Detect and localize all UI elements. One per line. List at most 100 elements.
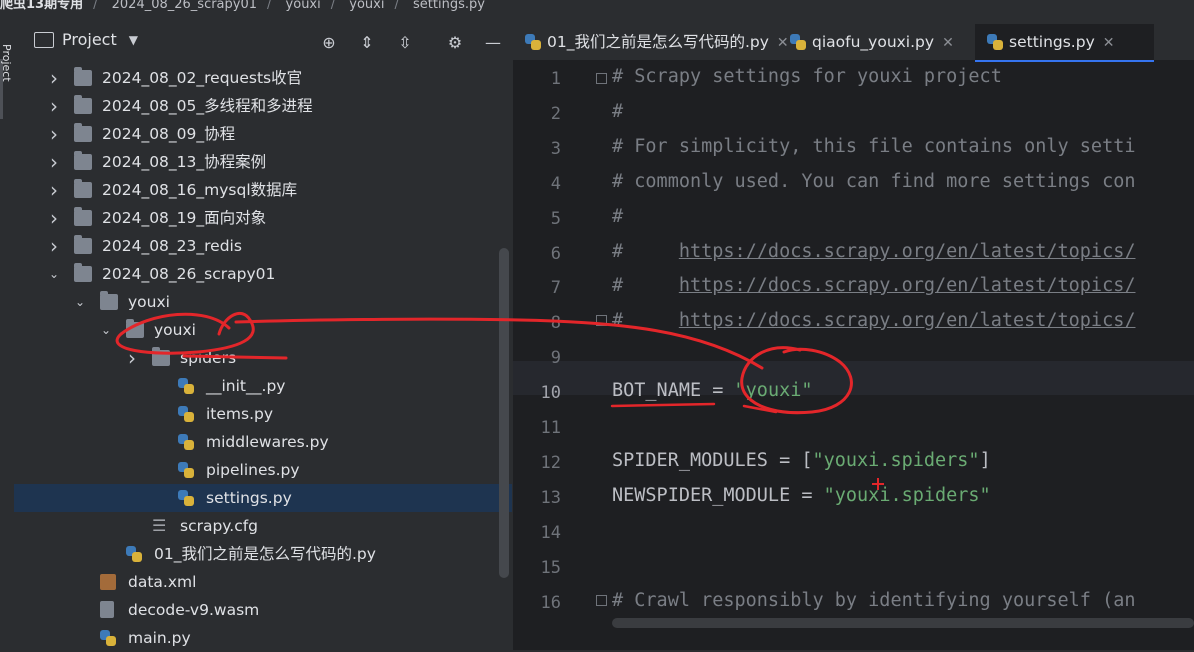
code-line: # Scrapy settings for youxi project — [612, 66, 1002, 87]
close-icon[interactable]: ✕ — [942, 35, 954, 51]
line-number: 10 — [540, 383, 561, 403]
tree-file-row[interactable]: middlewares.py — [14, 428, 512, 456]
gear-icon[interactable]: ⚙ — [444, 32, 466, 54]
locate-icon[interactable]: ⊕ — [318, 32, 340, 54]
chevron-right-icon[interactable]: › — [48, 92, 60, 120]
tree-folder-row[interactable]: ⌄ youxi — [14, 316, 512, 344]
breadcrumb-item[interactable]: 爬虫13期专用 — [0, 0, 83, 11]
project-panel-header: Project ▼ ⊕ ⇕ ⇳ ⚙ — — [14, 24, 512, 60]
line-number: 11 — [540, 418, 561, 438]
tree-item-label: youxi — [128, 293, 170, 311]
tool-window-stripe: Project — [0, 14, 14, 650]
chevron-down-icon[interactable]: ⌄ — [74, 288, 86, 316]
editor-tabs: 01_我们之前是怎么写代码的.py ✕ qiaofu_youxi.py ✕ sett… — [513, 24, 1194, 62]
editor-horizontal-scrollbar[interactable] — [612, 618, 1194, 628]
tree-item-label: pipelines.py — [206, 461, 300, 479]
tree-file-row[interactable]: 01_我们之前是怎么写代码的.py — [14, 540, 512, 568]
code-link[interactable]: https://docs.scrapy.org/en/latest/topics… — [679, 241, 1136, 262]
chevron-down-icon[interactable]: ⌄ — [100, 316, 112, 344]
code-comment: # Crawl responsibly by identifying yours… — [612, 590, 1136, 611]
tree-folder-row[interactable]: › 2024_08_23_redis — [14, 232, 512, 260]
tree-scrollbar[interactable] — [499, 248, 509, 578]
tab-settings-py[interactable]: settings.py ✕ — [975, 24, 1154, 62]
tree-folder-row[interactable]: › 2024_08_02_requests收官 — [14, 64, 512, 92]
python-file-icon — [126, 546, 142, 562]
line-number: 16 — [540, 593, 561, 613]
tree-file-row[interactable]: pipelines.py — [14, 456, 512, 484]
code-comment: # — [612, 310, 679, 331]
close-icon[interactable]: ✕ — [1103, 35, 1115, 51]
code-comment: # Scrapy settings for youxi project — [612, 66, 1002, 87]
breadcrumb-item[interactable]: 2024_08_26_scrapy01 — [112, 0, 257, 11]
code-line: # Crawl responsibly by identifying yours… — [612, 590, 1135, 611]
minimize-icon[interactable]: — — [482, 32, 504, 54]
fold-marker-icon[interactable] — [596, 595, 607, 606]
code-line: # commonly used. You can find more setti… — [612, 171, 1135, 192]
tree-file-row[interactable]: items.py — [14, 400, 512, 428]
tree-file-row[interactable]: settings.py — [14, 484, 512, 512]
tree-folder-row[interactable]: › spiders — [14, 344, 512, 372]
tree-file-row[interactable]: decode-v9.wasm — [14, 596, 512, 624]
line-number: 13 — [540, 488, 561, 508]
folder-icon — [152, 347, 170, 366]
config-file-icon: ☰ — [152, 516, 167, 535]
folder-icon — [100, 291, 118, 310]
chevron-right-icon[interactable]: › — [48, 232, 60, 260]
tree-file-row[interactable]: ☰ scrapy.cfg — [14, 512, 512, 540]
code-link[interactable]: https://docs.scrapy.org/en/latest/topics… — [679, 310, 1136, 331]
tree-folder-row[interactable]: › 2024_08_19_面向对象 — [14, 204, 512, 232]
tab-01-py[interactable]: 01_我们之前是怎么写代码的.py ✕ — [513, 24, 809, 60]
tree-item-label: youxi — [154, 321, 196, 339]
tab-qiaofu-youxi[interactable]: qiaofu_youxi.py ✕ — [778, 24, 998, 60]
folder-icon — [74, 263, 92, 282]
breadcrumb-item[interactable]: youxi — [286, 0, 321, 11]
chevron-right-icon[interactable]: › — [126, 344, 138, 372]
line-number: 4 — [550, 174, 561, 194]
python-file-icon — [525, 34, 541, 50]
breadcrumb-separator: / — [330, 0, 336, 12]
tree-folder-row[interactable]: › 2024_08_16_mysql数据库 — [14, 176, 512, 204]
tree-item-label: spiders — [180, 349, 237, 367]
code-line: # https://docs.scrapy.org/en/latest/topi… — [612, 275, 1135, 296]
fold-marker-icon[interactable] — [596, 315, 607, 326]
tree-file-row[interactable]: data.xml — [14, 568, 512, 596]
code-line: NEWSPIDER_MODULE = "youxi.spiders" — [612, 485, 991, 506]
tab-label: qiaofu_youxi.py — [812, 33, 935, 51]
tree-item-label: 2024_08_19_面向对象 — [102, 209, 267, 227]
collapse-all-icon[interactable]: ⇳ — [394, 32, 416, 54]
tree-item-label: 2024_08_16_mysql数据库 — [102, 181, 298, 199]
tree-folder-row[interactable]: › 2024_08_09_协程 — [14, 120, 512, 148]
python-file-icon — [178, 490, 194, 506]
chevron-down-icon[interactable]: ⌄ — [48, 260, 60, 288]
tree-item-label: main.py — [128, 629, 191, 647]
tree-folder-row[interactable]: ⌄ youxi — [14, 288, 512, 316]
tree-folder-row[interactable]: ⌄ 2024_08_26_scrapy01 — [14, 260, 512, 288]
tree-folder-row[interactable]: › 2024_08_13_协程案例 — [14, 148, 512, 176]
python-file-icon — [178, 406, 194, 422]
breadcrumb-item[interactable]: settings.py — [413, 0, 485, 11]
tree-file-row[interactable]: __init__.py — [14, 372, 512, 400]
code-comment: # commonly used. You can find more setti… — [612, 171, 1136, 192]
chevron-right-icon[interactable]: › — [48, 204, 60, 232]
python-file-icon — [178, 462, 194, 478]
breadcrumb-item[interactable]: youxi — [349, 0, 384, 11]
tree-folder-row[interactable]: › 2024_08_05_多线程和多进程 — [14, 92, 512, 120]
code-comment: # For simplicity, this file contains onl… — [612, 136, 1136, 157]
code-identifier: BOT_NAME = — [612, 380, 735, 401]
project-view-selector[interactable]: Project ▼ — [34, 30, 138, 49]
code-line: # — [612, 101, 623, 122]
line-number: 3 — [550, 139, 561, 159]
code-comment: # — [612, 206, 624, 227]
chevron-right-icon[interactable]: › — [48, 148, 60, 176]
expand-all-icon[interactable]: ⇕ — [356, 32, 378, 54]
project-stripe-button[interactable]: Project — [1, 44, 13, 104]
fold-marker-icon[interactable] — [596, 73, 607, 84]
chevron-right-icon[interactable]: › — [48, 64, 60, 92]
tree-item-label: middlewares.py — [206, 433, 329, 451]
project-folder-icon — [34, 31, 54, 48]
tree-file-row[interactable]: main.py — [14, 624, 512, 652]
code-link[interactable]: https://docs.scrapy.org/en/latest/topics… — [679, 275, 1136, 296]
chevron-right-icon[interactable]: › — [48, 120, 60, 148]
chevron-right-icon[interactable]: › — [48, 176, 60, 204]
code-punctuation: ] — [979, 450, 991, 471]
